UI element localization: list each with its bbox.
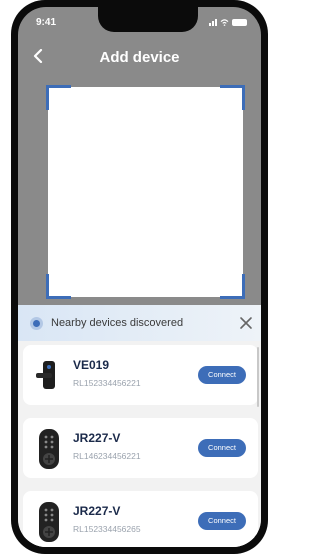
signal-icon [209, 18, 217, 26]
device-name: JR227-V [73, 431, 121, 445]
battery-icon [232, 18, 247, 26]
scan-corner [46, 85, 71, 110]
scrollbar[interactable] [257, 347, 259, 407]
scan-corner [220, 85, 245, 110]
sheet-header: Nearby devices discovered [18, 305, 261, 341]
status-icons [209, 18, 247, 26]
sheet-title: Nearby devices discovered [51, 317, 184, 329]
wifi-icon [220, 18, 229, 26]
connect-button[interactable]: Connect [198, 366, 246, 384]
close-icon[interactable] [239, 316, 253, 330]
device-serial: RL152334456221 [73, 378, 141, 388]
device-serial: RL152334456265 [73, 524, 141, 534]
bluetooth-scan-indicator-icon [33, 319, 40, 327]
keypad-lock-icon [39, 502, 59, 542]
qr-scan-frame [46, 85, 245, 299]
scan-corner [220, 274, 245, 299]
lever-lock-icon [36, 361, 55, 389]
phone-frame: 9:41 Add device Nearby devices discovere… [11, 0, 268, 554]
notch [98, 7, 198, 32]
page-title: Add device [99, 49, 180, 66]
status-time: 9:41 [36, 17, 57, 28]
nearby-devices-sheet: Nearby devices discovered VE019 RL152334… [18, 305, 261, 547]
connect-button[interactable]: Connect [198, 439, 246, 457]
device-name: JR227-V [73, 504, 121, 518]
scan-corner [46, 274, 71, 299]
keypad-lock-icon [39, 429, 59, 469]
device-card[interactable]: JR227-V RL152334456265 Connect [23, 491, 258, 547]
device-card[interactable]: VE019 RL152334456221 Connect [23, 345, 258, 405]
device-name: VE019 [73, 358, 110, 372]
device-serial: RL146234456221 [73, 451, 141, 461]
screen: 9:41 Add device Nearby devices discovere… [18, 7, 261, 547]
device-card[interactable]: JR227-V RL146234456221 Connect [23, 418, 258, 478]
connect-button[interactable]: Connect [198, 512, 246, 530]
